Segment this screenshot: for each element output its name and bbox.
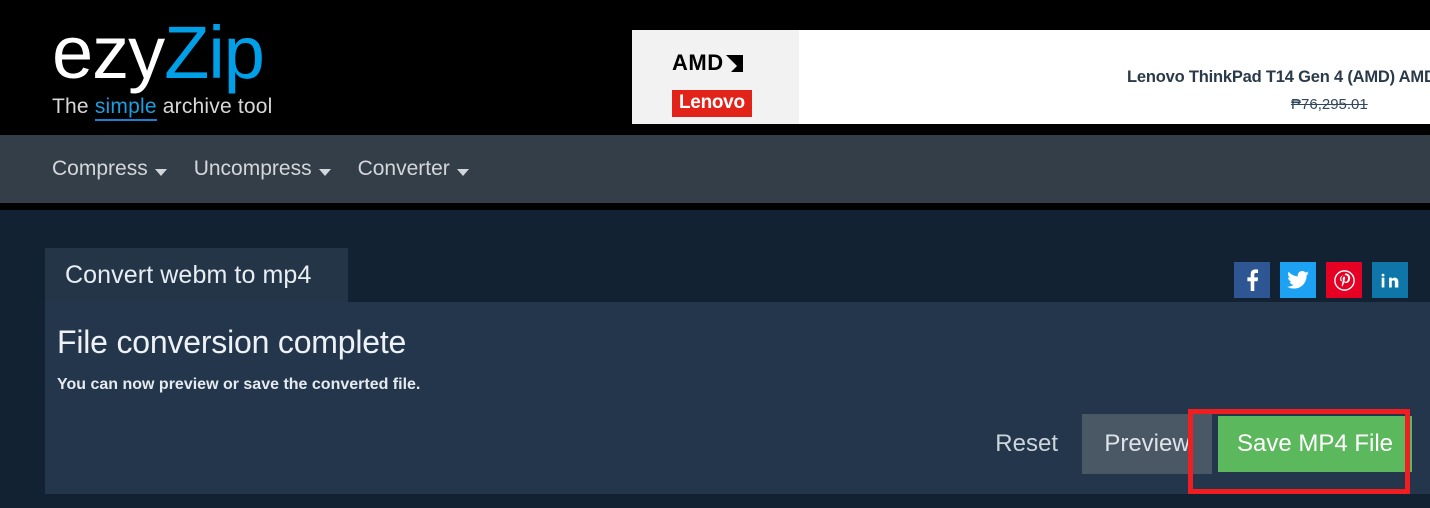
pinterest-icon[interactable] <box>1326 262 1362 298</box>
save-button-wrapper: Save MP4 File <box>1218 416 1412 472</box>
nav-item-compress[interactable]: Compress <box>52 157 167 181</box>
advertisement-banner[interactable]: AMD Lenovo Lenovo ThinkPad T14 Gen 4 (AM… <box>632 30 1430 124</box>
nav-item-uncompress[interactable]: Uncompress <box>194 157 331 181</box>
ad-brand-panel: AMD Lenovo <box>632 30 799 124</box>
nav-item-converter[interactable]: Converter <box>358 157 469 181</box>
chevron-down-icon <box>318 168 331 176</box>
site-logo[interactable]: ezyZip The simple archive tool <box>52 14 472 121</box>
conversion-panel: File conversion complete You can now pre… <box>45 262 1430 494</box>
facebook-glyph <box>1246 269 1258 291</box>
amd-logo: AMD <box>672 50 743 76</box>
page-subtitle: You can now preview or save the converte… <box>57 376 421 393</box>
ad-product-price: ₱76,295.01 <box>1291 96 1368 113</box>
reset-button[interactable]: Reset <box>971 430 1082 458</box>
logo-text: ezyZip <box>52 14 472 92</box>
chevron-down-icon <box>456 168 469 176</box>
tagline-before: The <box>52 95 95 118</box>
navbar-divider <box>0 203 1430 210</box>
page-root: ezyZip The simple archive tool AMD Lenov… <box>0 0 1430 508</box>
tab-label: Convert webm to mp4 <box>65 261 312 289</box>
amd-arrow-icon <box>725 54 743 72</box>
social-share-bar <box>1234 262 1408 298</box>
logo-zip: Zip <box>164 11 265 94</box>
tagline-after: archive tool <box>156 95 273 118</box>
chevron-down-icon <box>154 168 167 176</box>
twitter-glyph <box>1287 271 1309 289</box>
pinterest-glyph <box>1333 269 1355 291</box>
amd-logo-text: AMD <box>672 50 724 75</box>
preview-button[interactable]: Preview <box>1082 414 1212 474</box>
site-header: ezyZip The simple archive tool AMD Lenov… <box>0 0 1430 135</box>
twitter-icon[interactable] <box>1280 262 1316 298</box>
navbar-items: Compress Uncompress Converter <box>52 157 469 181</box>
ad-product-title: Lenovo ThinkPad T14 Gen 4 (AMD) AMD R <box>1127 68 1430 86</box>
save-mp4-file-button[interactable]: Save MP4 File <box>1218 416 1412 472</box>
nav-item-converter-label: Converter <box>357 157 450 180</box>
nav-item-uncompress-label: Uncompress <box>193 157 312 180</box>
linkedin-icon[interactable] <box>1372 262 1408 298</box>
site-tagline: The simple archive tool <box>52 94 472 121</box>
nav-item-compress-label: Compress <box>52 157 148 180</box>
action-buttons: Reset Preview Save MP4 File <box>971 414 1412 474</box>
facebook-icon[interactable] <box>1234 262 1270 298</box>
logo-ezy: ezy <box>52 11 165 94</box>
tab-convert-webm-to-mp4[interactable]: Convert webm to mp4 <box>45 248 348 303</box>
lenovo-logo: Lenovo <box>672 90 752 117</box>
linkedin-glyph <box>1381 273 1399 288</box>
main-navbar: Compress Uncompress Converter <box>0 135 1430 203</box>
tagline-simple-link[interactable]: simple <box>94 95 157 121</box>
page-title: File conversion complete <box>57 324 407 360</box>
ad-content-panel: Lenovo ThinkPad T14 Gen 4 (AMD) AMD R ₱7… <box>799 30 1430 124</box>
